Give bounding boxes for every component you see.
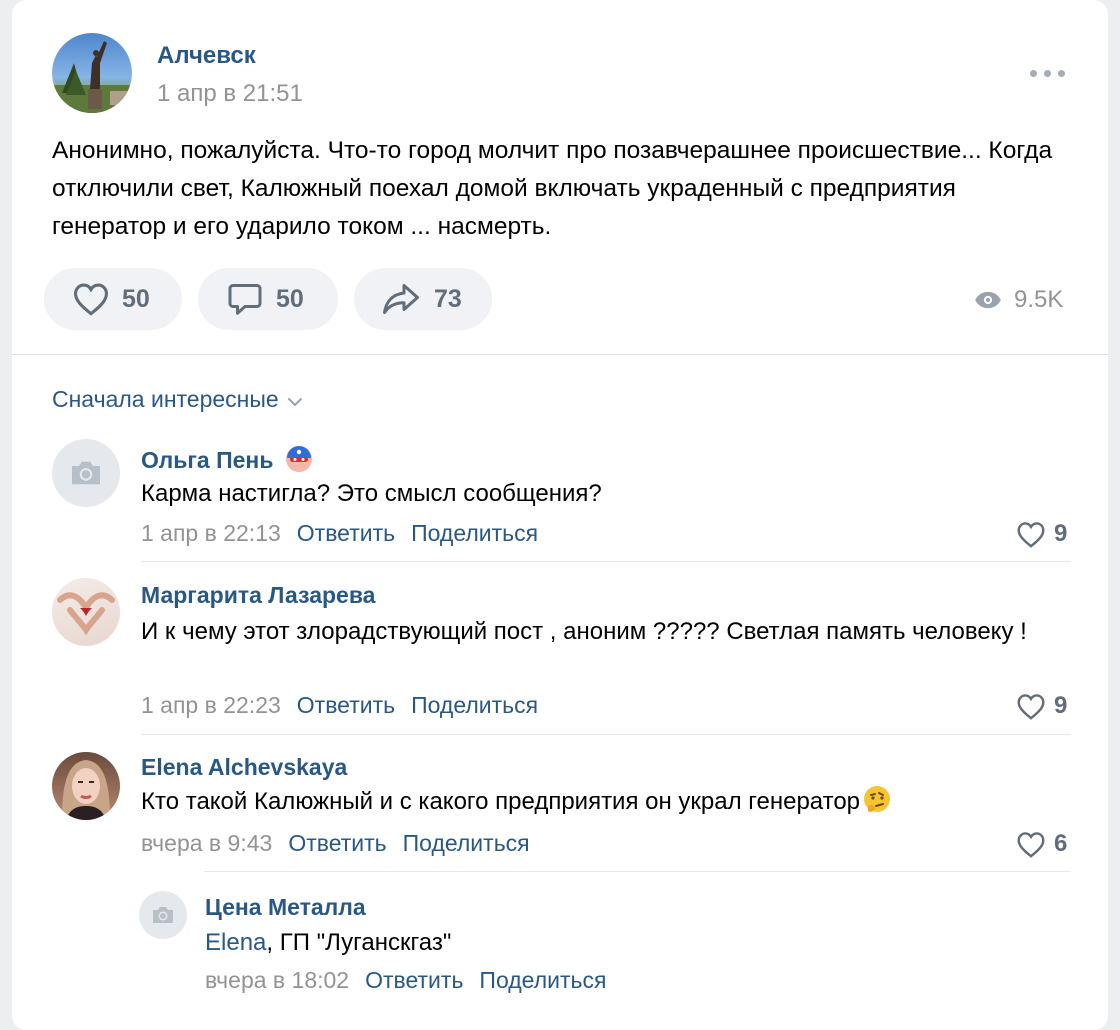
reply-meta: вчера в 18:02 Ответить Поделиться [205, 967, 606, 994]
post-author[interactable]: Алчевск [157, 42, 256, 70]
portrait-image [62, 760, 110, 820]
eye-icon [975, 291, 1001, 309]
chevron-down-icon [287, 397, 302, 406]
comment-sort-dropdown[interactable]: Сначала интересные [52, 386, 303, 413]
comment-like-count: 6 [1054, 830, 1068, 857]
comment-meta: 1 апр в 22:23 Ответить Поделиться [141, 692, 538, 719]
comment-avatar[interactable] [52, 752, 120, 820]
comment-button[interactable]: 50 [198, 268, 338, 330]
share-link[interactable]: Поделиться [411, 520, 538, 547]
sort-label: Сначала интересные [52, 386, 279, 412]
share-button[interactable]: 73 [354, 268, 492, 330]
reply-link[interactable]: Ответить [288, 830, 386, 857]
comment-date[interactable]: вчера в 9:43 [141, 830, 272, 857]
comment-date[interactable]: 1 апр в 22:23 [141, 692, 281, 719]
badge-icon [285, 446, 312, 472]
comment-divider [204, 871, 1071, 872]
comment-avatar[interactable] [52, 578, 120, 646]
post-date[interactable]: 1 апр в 21:51 [157, 80, 303, 108]
comment-author[interactable]: Маргарита Лазарева [141, 582, 375, 609]
comment-text: Карма настигла? Это смысл сообщения? [141, 480, 602, 507]
comment-meta: вчера в 9:43 Ответить Поделиться [141, 830, 530, 857]
share-icon [383, 284, 419, 314]
share-link[interactable]: Поделиться [479, 967, 606, 994]
share-link[interactable]: Поделиться [411, 692, 538, 719]
heart-icon [1017, 831, 1045, 858]
views-counter: 9.5K [974, 286, 1063, 314]
comment-text: И к чему этот злорадствующий пост , анон… [141, 618, 1027, 645]
comment-meta: 1 апр в 22:13 Ответить Поделиться [141, 520, 538, 547]
community-avatar[interactable] [52, 33, 132, 113]
reply-link[interactable]: Ответить [297, 692, 395, 719]
comment-divider [141, 561, 1071, 562]
heart-icon [73, 283, 109, 316]
comment-count: 50 [276, 284, 304, 313]
reply-text: Elena, ГП "Луганскгаз" [205, 929, 452, 956]
views-count: 9.5K [1014, 286, 1064, 313]
heart-icon [1017, 521, 1045, 548]
reply-author[interactable]: Цена Металла [205, 894, 366, 921]
comment-author[interactable]: Ольга Пень [141, 444, 314, 474]
monument-image [52, 41, 132, 113]
post-divider [12, 354, 1108, 355]
comment-avatar[interactable] [52, 439, 120, 507]
heart-icon [1017, 693, 1045, 720]
like-button[interactable]: 50 [44, 268, 182, 330]
comment-divider [141, 734, 1071, 735]
comment-icon [228, 284, 262, 315]
comment-like-count: 9 [1054, 520, 1068, 547]
share-link[interactable]: Поделиться [403, 830, 530, 857]
post-text: Анонимно, пожалуйста. Что-то город молчи… [52, 137, 1053, 240]
camera-icon [153, 907, 173, 923]
share-count: 73 [434, 284, 462, 313]
reply-link[interactable]: Ответить [297, 520, 395, 547]
camera-icon [72, 461, 100, 485]
reply-avatar[interactable] [139, 891, 187, 939]
post-card: Алчевск 1 апр в 21:51 Анонимно, пожалуйс… [12, 0, 1108, 1030]
reply-link[interactable]: Ответить [365, 967, 463, 994]
comment-like-button[interactable]: 9 [1016, 520, 1067, 548]
reply-mention[interactable]: Elena [205, 929, 266, 956]
like-count: 50 [122, 284, 150, 313]
comment-author[interactable]: Elena Alchevskaya [141, 754, 347, 781]
more-options-icon[interactable] [1028, 60, 1068, 84]
comment-like-button[interactable]: 6 [1016, 830, 1067, 858]
comment-date[interactable]: 1 апр в 22:13 [141, 520, 281, 547]
hands-heart-image [57, 592, 115, 636]
thinking-face-icon [864, 786, 891, 812]
reply-date[interactable]: вчера в 18:02 [205, 967, 349, 994]
comment-like-button[interactable]: 9 [1016, 692, 1067, 720]
comment-text: Кто такой Калюжный и с какого предприяти… [141, 785, 1071, 819]
comment-like-count: 9 [1054, 692, 1068, 719]
